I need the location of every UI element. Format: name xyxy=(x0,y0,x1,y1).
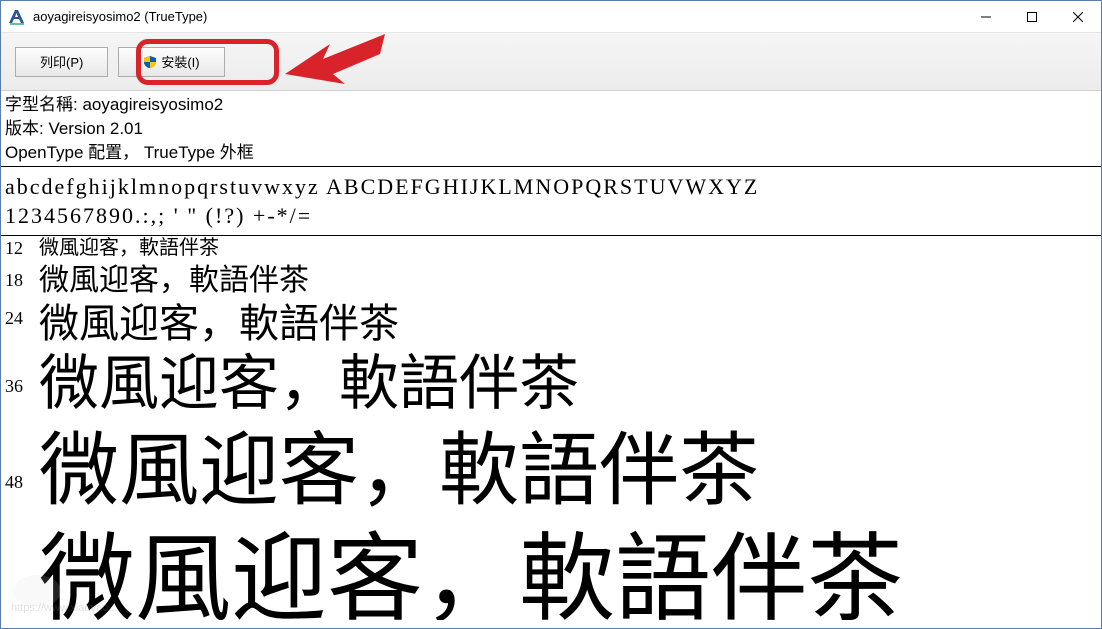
preview-content[interactable]: 字型名稱: aoyagireisyosimo2 版本: Version 2.01… xyxy=(1,91,1101,628)
sample-text: 微風迎客，軟語伴茶 xyxy=(39,238,219,258)
install-button[interactable]: 安裝(I) xyxy=(118,47,224,77)
window-controls xyxy=(963,1,1101,32)
font-opentype-line: OpenType 配置， TrueType 外框 xyxy=(5,141,1097,165)
sample-text: 微風迎客，軟語伴茶 xyxy=(39,432,759,512)
window-title: aoyagireisyosimo2 (TrueType) xyxy=(33,9,963,24)
sample-row: 18微風迎客，軟語伴茶 xyxy=(1,264,1101,302)
toolbar: 列印(P) 安裝(I) xyxy=(1,33,1101,91)
print-button[interactable]: 列印(P) xyxy=(15,47,108,77)
sample-row: 48微風迎客，軟語伴茶 xyxy=(1,430,1101,530)
sample-text: 微風迎客，軟語伴茶 xyxy=(39,304,399,344)
font-info-block: 字型名稱: aoyagireisyosimo2 版本: Version 2.01… xyxy=(1,91,1101,167)
sample-size-label: 12 xyxy=(5,238,39,259)
sample-size-label: 24 xyxy=(5,304,39,329)
charset-line-1: abcdefghijklmnopqrstuvwxyz ABCDEFGHIJKLM… xyxy=(5,173,1097,202)
sample-size-label: 18 xyxy=(5,266,39,291)
font-version-line: 版本: Version 2.01 xyxy=(5,117,1097,141)
sample-row: 微風迎客，軟語伴茶 xyxy=(1,530,1101,620)
minimize-button[interactable] xyxy=(963,1,1009,32)
sample-size-label: 48 xyxy=(5,432,39,493)
sample-row: 36微風迎客，軟語伴茶 xyxy=(1,352,1101,430)
install-button-label: 安裝(I) xyxy=(161,52,199,71)
font-name-line: 字型名稱: aoyagireisyosimo2 xyxy=(5,93,1097,117)
sample-row: 24微風迎客，軟語伴茶 xyxy=(1,302,1101,352)
sample-text: 微風迎客，軟語伴茶 xyxy=(39,266,309,296)
charset-block: abcdefghijklmnopqrstuvwxyz ABCDEFGHIJKLM… xyxy=(1,167,1101,235)
charset-line-2: 1234567890.:,; ' " (!?) +-*/= xyxy=(5,202,1097,231)
app-icon xyxy=(7,7,27,27)
sample-text: 微風迎客，軟語伴茶 xyxy=(39,532,903,620)
close-button[interactable] xyxy=(1055,1,1101,32)
sample-text: 微風迎客，軟語伴茶 xyxy=(39,354,579,414)
print-button-label: 列印(P) xyxy=(40,52,83,71)
sample-size-label: 36 xyxy=(5,354,39,397)
title-bar: aoyagireisyosimo2 (TrueType) xyxy=(1,1,1101,33)
arrow-annotation xyxy=(285,29,395,94)
shield-icon xyxy=(143,55,157,69)
sample-row: 12微風迎客，軟語伴茶 xyxy=(1,236,1101,264)
maximize-button[interactable] xyxy=(1009,1,1055,32)
